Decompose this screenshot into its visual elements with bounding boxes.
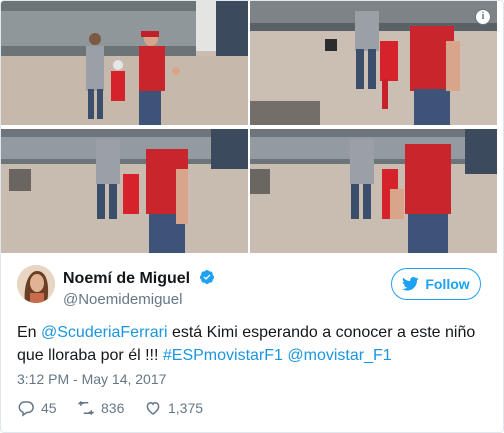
heart-icon (146, 401, 160, 415)
author-handle[interactable]: @Noemidemiguel (63, 291, 182, 308)
photo-grid: i (1, 1, 503, 253)
reply-action[interactable]: 45 (17, 399, 57, 417)
reply-count: 45 (41, 400, 57, 416)
follow-label: Follow (425, 276, 470, 292)
avatar-image (17, 265, 55, 303)
mention-scuderia-ferrari[interactable]: @ScuderiaFerrari (41, 324, 168, 341)
photo-2-image (250, 1, 497, 125)
tweet-text-prefix: En (17, 324, 42, 341)
like-action[interactable]: 1,375 (144, 399, 203, 417)
reply-icon (18, 401, 34, 417)
author-name[interactable]: Noemí de Miguel (63, 269, 215, 288)
like-count: 1,375 (168, 400, 204, 416)
mention-movistar-f1[interactable]: @movistar_F1 (287, 347, 391, 364)
retweet-count: 836 (101, 400, 125, 416)
tweet-card: i Noemí de Miguel @Noemidemiguel Follow … (0, 0, 504, 433)
photo-1-image (1, 1, 248, 125)
info-icon[interactable]: i (475, 9, 491, 25)
retweet-action[interactable]: 836 (77, 399, 124, 417)
tweet-text: En @ScuderiaFerrari está Kimi esperando … (17, 321, 477, 367)
tweet-timestamp[interactable]: 3:12 PM - May 14, 2017 (17, 371, 166, 387)
hashtag-espmovistarf1[interactable]: #ESPmovistarF1 (163, 347, 283, 364)
tweet-header: Noemí de Miguel @Noemidemiguel Follow (17, 263, 487, 313)
author-name-text[interactable]: Noemí de Miguel (63, 270, 190, 287)
avatar[interactable] (17, 265, 55, 303)
retweet-icon (77, 400, 95, 416)
twitter-bird-icon (402, 277, 419, 291)
tweet-photo-4[interactable] (250, 129, 497, 253)
verified-badge-icon (199, 270, 214, 284)
follow-button[interactable]: Follow (391, 268, 481, 300)
tweet-photo-1[interactable] (1, 1, 248, 125)
photo-4-image (250, 129, 497, 253)
photo-3-image (1, 129, 248, 253)
tweet-photo-2[interactable]: i (250, 1, 497, 125)
tweet-photo-3[interactable] (1, 129, 248, 253)
